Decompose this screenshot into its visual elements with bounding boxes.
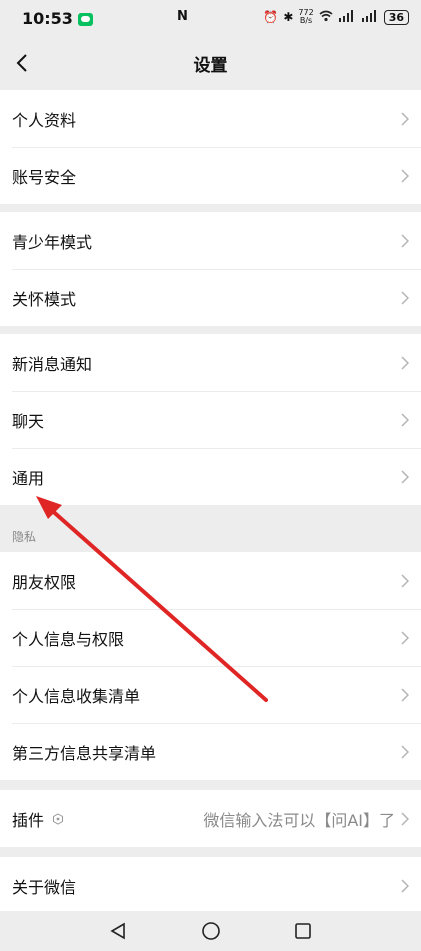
row-label: 朋友权限 <box>12 572 77 592</box>
row-about-wechat[interactable]: 关于微信 <box>0 857 421 914</box>
battery-level: 36 <box>383 9 409 25</box>
row-chat[interactable]: 聊天 <box>0 391 421 448</box>
row-label: 个人资料 <box>12 110 77 130</box>
nav-back-button[interactable] <box>106 919 130 943</box>
plugin-icon <box>53 812 64 825</box>
chevron-right-icon <box>401 573 409 588</box>
row-friend-permissions[interactable]: 朋友权限 <box>0 552 421 609</box>
wifi-icon <box>319 10 333 25</box>
settings-group-about: 关于微信 <box>0 857 421 911</box>
row-label: 关怀模式 <box>12 289 77 309</box>
chevron-right-icon <box>401 233 409 248</box>
chevron-right-icon <box>401 412 409 427</box>
network-speed: 772 B/s <box>298 8 314 25</box>
nav-home-button[interactable] <box>199 919 223 943</box>
chat-notification-icon <box>77 12 93 26</box>
row-general[interactable]: 通用 <box>0 448 421 505</box>
chevron-right-icon <box>401 469 409 484</box>
row-label: 插件 <box>12 810 45 830</box>
row-plugins[interactable]: 插件 微信输入法可以【问AI】了 <box>0 790 421 847</box>
row-label: 账号安全 <box>12 167 77 187</box>
row-label: 新消息通知 <box>12 354 93 374</box>
system-nav-bar <box>0 911 421 951</box>
row-label: 青少年模式 <box>12 232 93 252</box>
nav-bar: 设置 <box>0 36 421 90</box>
row-label: 通用 <box>12 468 45 488</box>
nav-home-icon <box>202 922 220 940</box>
alarm-icon: ⏰ <box>263 10 279 24</box>
settings-group-modes: 青少年模式 关怀模式 <box>0 212 421 326</box>
row-teen-mode[interactable]: 青少年模式 <box>0 212 421 269</box>
row-label: 第三方信息共享清单 <box>12 743 157 763</box>
row-third-party-sharing-list[interactable]: 第三方信息共享清单 <box>0 723 421 780</box>
settings-group-general: 新消息通知 聊天 通用 <box>0 334 421 505</box>
chevron-right-icon <box>401 687 409 702</box>
page-title: 设置 <box>193 55 228 76</box>
row-notifications[interactable]: 新消息通知 <box>0 334 421 391</box>
signal-icon-2 <box>361 9 379 25</box>
row-label: 个人信息与权限 <box>12 629 125 649</box>
section-title-privacy: 隐私 <box>12 530 37 544</box>
row-profile[interactable]: 个人资料 <box>0 90 421 147</box>
plugin-value: 微信输入法可以【问AI】了 <box>203 810 395 830</box>
settings-group-plugin: 插件 微信输入法可以【问AI】了 <box>0 790 421 847</box>
row-label: 个人信息收集清单 <box>12 686 141 706</box>
row-care-mode[interactable]: 关怀模式 <box>0 269 421 326</box>
chevron-right-icon <box>401 630 409 645</box>
nfc-icon: N <box>177 9 188 24</box>
row-info-collection-list[interactable]: 个人信息收集清单 <box>0 666 421 723</box>
status-time: 10:53 <box>22 8 73 28</box>
back-button[interactable] <box>8 49 36 77</box>
chevron-right-icon <box>401 168 409 183</box>
row-personal-info-permissions[interactable]: 个人信息与权限 <box>0 609 421 666</box>
signal-icon <box>338 9 356 25</box>
chevron-right-icon <box>401 111 409 126</box>
chevron-right-icon <box>401 878 409 893</box>
settings-group-account: 个人资料 账号安全 <box>0 90 421 204</box>
bluetooth-icon: ✱ <box>283 10 294 24</box>
row-label: 聊天 <box>12 411 45 431</box>
status-bar: 10:53 N ⏰ ✱ 772 B/s 36 <box>0 0 421 36</box>
nav-back-icon <box>110 922 125 940</box>
row-account-security[interactable]: 账号安全 <box>0 147 421 204</box>
chevron-right-icon <box>401 811 409 826</box>
nav-recents-icon <box>295 923 311 939</box>
nav-recents-button[interactable] <box>291 919 315 943</box>
row-label: 关于微信 <box>12 877 77 897</box>
chevron-right-icon <box>401 290 409 305</box>
back-icon <box>16 54 27 72</box>
settings-group-privacy: 朋友权限 个人信息与权限 个人信息收集清单 第三方信息共享清单 <box>0 552 421 780</box>
status-right-icons: ⏰ ✱ 772 B/s 36 <box>263 9 409 25</box>
chevron-right-icon <box>401 744 409 759</box>
chevron-right-icon <box>401 355 409 370</box>
